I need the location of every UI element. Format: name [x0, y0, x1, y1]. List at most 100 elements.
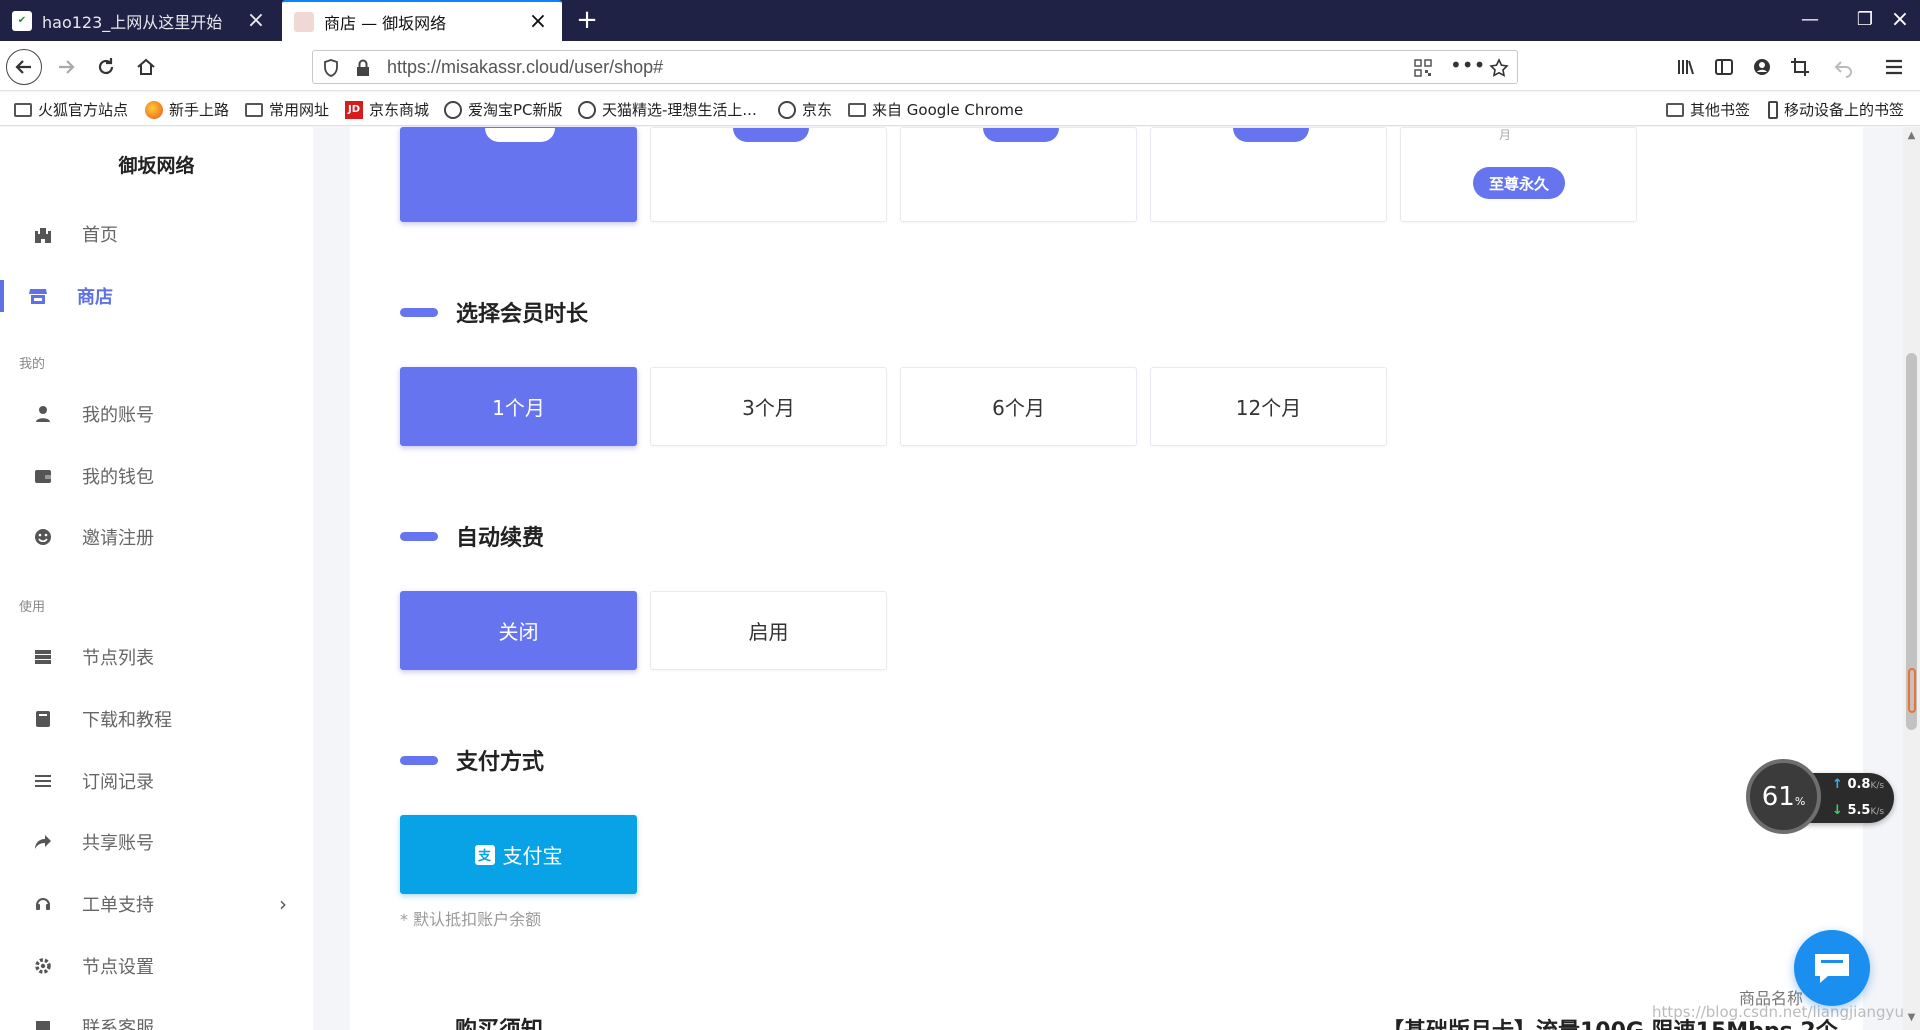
nav-bar: https://misakassr.cloud/user/shop# •••: [0, 41, 1920, 91]
bookmark-item[interactable]: 来自 Google Chrome: [848, 99, 1023, 120]
section-title: 自动续费: [456, 526, 545, 551]
upload-arrow-icon: ↑: [1832, 777, 1843, 792]
network-speed-widget[interactable]: 61% ↑ 0.8K/s ↓ 5.5K/s: [1746, 759, 1896, 834]
duration-option-1m[interactable]: 1个月: [400, 367, 637, 446]
plan-badge: [485, 128, 555, 142]
plan-fragment-text: 月: [1499, 128, 1512, 142]
close-tab-icon[interactable]: ×: [244, 8, 268, 33]
folder-icon: [1666, 102, 1684, 117]
chat-support-button[interactable]: [1794, 930, 1870, 1006]
brand-title: 御坂网络: [118, 155, 195, 177]
bookmark-item[interactable]: 常用网址: [245, 99, 329, 120]
more-actions-icon[interactable]: •••: [1450, 53, 1485, 77]
minimize-icon[interactable]: —: [1780, 0, 1840, 41]
misaka-favicon-icon: [294, 11, 314, 32]
book-icon: [33, 709, 53, 729]
hao123-favicon-icon: ✔: [12, 10, 32, 31]
close-window-icon[interactable]: ×: [1870, 0, 1920, 41]
section-marker: [400, 531, 438, 541]
autorenew-off-option[interactable]: 关闭: [400, 591, 637, 670]
sidebar-toggle-icon[interactable]: [1706, 49, 1742, 85]
sidebar-item-home[interactable]: 首页: [0, 209, 313, 259]
globe-icon: [444, 100, 462, 119]
sidebar: 御坂网络 首页 商店 我的 我的账号 我的钱包 邀请注册 使用 节点列表 下载和…: [0, 127, 313, 1030]
firefox-icon: [145, 100, 163, 119]
bookmark-item[interactable]: 火狐官方站点: [14, 99, 128, 120]
payment-note: * 默认抵扣账户余额: [400, 910, 542, 929]
tab-shop[interactable]: 商店 — 御坂网络 ×: [282, 0, 562, 41]
sidebar-item-invite[interactable]: 邀请注册: [0, 512, 313, 562]
section-autorenew-header: 自动续费: [400, 520, 544, 552]
plan-card[interactable]: [650, 127, 887, 222]
address-bar[interactable]: https://misakassr.cloud/user/shop# •••: [312, 50, 1518, 84]
sidebar-item-contact[interactable]: 联系客服: [0, 1002, 313, 1030]
sidebar-item-shop[interactable]: 商店: [0, 271, 313, 321]
alipay-icon: 支: [474, 844, 495, 865]
menu-icon[interactable]: [1876, 49, 1912, 85]
plan-badge: [1233, 128, 1309, 142]
new-tab-button[interactable]: +: [570, 4, 604, 38]
tab-hao123[interactable]: ✔ hao123_上网从这里开始 ×: [0, 0, 280, 41]
sidebar-item-shared[interactable]: 共享账号: [0, 817, 313, 867]
bookmark-item[interactable]: 新手上路: [145, 99, 229, 120]
qr-code-icon[interactable]: [1413, 58, 1433, 78]
bookmark-item[interactable]: 京东: [778, 99, 832, 120]
section-marker: [400, 307, 438, 317]
lock-icon[interactable]: [353, 58, 373, 78]
plan-badge: 至尊永久: [1473, 167, 1565, 199]
section-marker: [400, 755, 438, 765]
bookmark-item[interactable]: 爱淘宝PC新版: [444, 99, 563, 120]
chat-icon: [33, 1017, 53, 1030]
undo-icon[interactable]: [1826, 49, 1862, 85]
sidebar-item-nodes[interactable]: 节点列表: [0, 632, 313, 682]
server-icon: [33, 647, 53, 667]
sidebar-item-downloads[interactable]: 下载和教程: [0, 694, 313, 744]
duration-option-3m[interactable]: 3个月: [650, 367, 887, 446]
wallet-icon: [33, 466, 53, 486]
shield-icon[interactable]: [321, 58, 341, 78]
forward-button[interactable]: [48, 49, 84, 85]
library-icon[interactable]: [1668, 49, 1704, 85]
plan-badge: [733, 128, 809, 142]
sidebar-item-node-settings[interactable]: 节点设置: [0, 941, 313, 991]
gear-icon: [33, 956, 53, 976]
reload-icon[interactable]: [88, 49, 124, 85]
smile-icon: [33, 527, 53, 547]
autorenew-on-option[interactable]: 启用: [650, 591, 887, 670]
section-payment-header: 支付方式: [400, 744, 544, 776]
duration-option-6m[interactable]: 6个月: [900, 367, 1137, 446]
chat-bubble-icon: [1815, 954, 1849, 983]
bookmark-item[interactable]: 其他书签: [1666, 99, 1750, 120]
payment-alipay-option[interactable]: 支 支付宝: [400, 815, 637, 894]
plan-card[interactable]: [1150, 127, 1387, 222]
headset-icon: [33, 894, 53, 914]
bookmark-item[interactable]: 移动设备上的书签: [1768, 99, 1904, 120]
section-label: 使用: [19, 600, 46, 615]
scroll-down-icon[interactable]: ▼: [1903, 1012, 1920, 1028]
bookmark-item[interactable]: JD 京东商城: [345, 99, 429, 120]
sidebar-item-tickets[interactable]: 工单支持 ›: [0, 879, 313, 929]
sidebar-item-subscriptions[interactable]: 订阅记录: [0, 756, 313, 806]
close-tab-icon[interactable]: ×: [526, 9, 550, 34]
plan-card[interactable]: [400, 127, 637, 222]
bookmarks-bar: 火狐官方站点 新手上路 常用网址 JD 京东商城 爱淘宝PC新版 天猫精选-理想生…: [0, 92, 1920, 126]
sidebar-item-wallet[interactable]: 我的钱包: [0, 451, 313, 501]
download-arrow-icon: ↓: [1832, 803, 1843, 818]
bookmark-star-icon[interactable]: [1489, 58, 1509, 78]
folder-icon: [245, 102, 263, 117]
screenshot-icon[interactable]: [1782, 49, 1818, 85]
scroll-up-icon[interactable]: ▲: [1903, 130, 1920, 146]
plan-card[interactable]: [900, 127, 1137, 222]
home-icon[interactable]: [128, 49, 164, 85]
plan-badge: [983, 128, 1059, 142]
sidebar-item-account[interactable]: 我的账号: [0, 389, 313, 439]
mobile-icon: [1768, 100, 1778, 119]
bookmark-item[interactable]: 天猫精选-理想生活上...: [578, 99, 757, 120]
back-button[interactable]: [6, 49, 42, 85]
user-icon: [33, 404, 53, 424]
plan-card-lifetime[interactable]: 月 至尊永久: [1400, 127, 1637, 222]
duration-option-12m[interactable]: 12个月: [1150, 367, 1387, 446]
list-icon: [33, 771, 53, 791]
account-icon[interactable]: [1744, 49, 1780, 85]
usage-gauge: 61%: [1746, 759, 1821, 834]
